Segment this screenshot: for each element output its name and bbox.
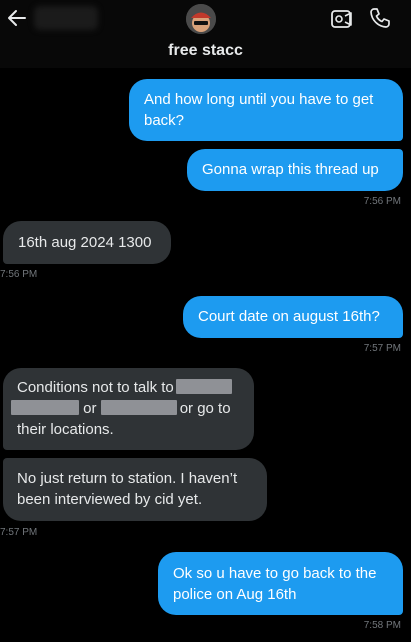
phone-icon[interactable] — [369, 7, 391, 29]
message-text: And how long until you have to get back? — [144, 91, 374, 129]
message-line: or or go to — [11, 398, 239, 419]
blurred-status-area — [34, 6, 98, 30]
redaction-bar — [100, 400, 177, 415]
message-bubble-outgoing[interactable]: And how long until you have to get back? — [129, 79, 403, 141]
message-text: Ok so u have to go back to the police on… — [173, 565, 377, 603]
message-bubble-outgoing[interactable]: Court date on august 16th? — [183, 296, 403, 338]
avatar[interactable] — [186, 4, 216, 34]
message-timestamp: 7:58 PM — [363, 620, 401, 631]
conversation-title[interactable]: free stacc — [0, 42, 411, 60]
message-text: Court date on august 16th? — [198, 308, 380, 325]
message-line: Conditions not to talk to — [17, 377, 239, 398]
message-timestamp: 7:56 PM — [363, 196, 401, 207]
message-bubble-outgoing[interactable]: Ok so u have to go back to the police on… — [158, 552, 403, 615]
message-timestamp: 7:57 PM — [0, 527, 38, 538]
avatar-image — [186, 4, 216, 34]
redaction-bar — [175, 379, 232, 394]
message-line: their locations. — [17, 421, 114, 438]
video-call-icon[interactable] — [330, 8, 354, 30]
back-arrow-icon[interactable] — [6, 7, 28, 29]
redaction-bar — [11, 400, 79, 415]
message-bubble-incoming[interactable]: 16th aug 2024 1300 — [3, 221, 171, 264]
message-bubble-incoming[interactable]: Conditions not to talk to or or go to th… — [3, 368, 254, 450]
message-timestamp: 7:56 PM — [0, 269, 38, 280]
message-bubble-incoming[interactable]: No just return to station. I haven’t bee… — [3, 458, 267, 521]
chat-header: free stacc — [0, 0, 411, 68]
message-text: 16th aug 2024 1300 — [18, 234, 152, 251]
message-text: No just return to station. I haven’t bee… — [17, 470, 238, 508]
message-text: Gonna wrap this thread up — [202, 161, 379, 178]
message-bubble-outgoing[interactable]: Gonna wrap this thread up — [187, 149, 403, 191]
message-timestamp: 7:57 PM — [363, 343, 401, 354]
